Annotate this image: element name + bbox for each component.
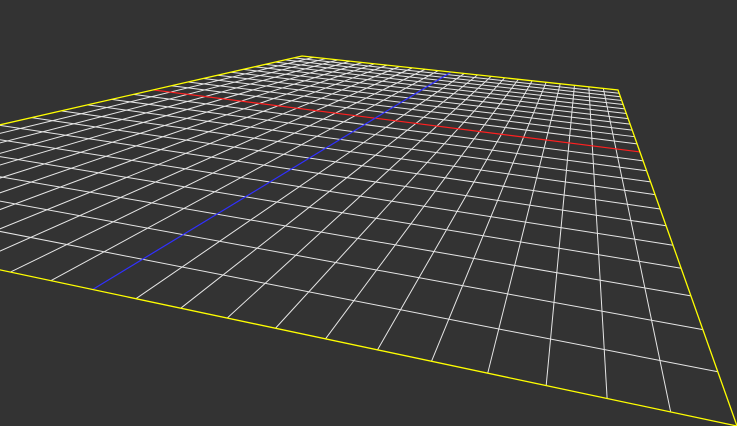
grid-line xyxy=(275,77,506,329)
grid-line xyxy=(10,68,426,273)
grid-line xyxy=(226,75,492,319)
grid-lines xyxy=(0,56,718,413)
grid-line xyxy=(0,200,703,331)
x-axis-line xyxy=(153,89,641,153)
grid-line xyxy=(0,139,674,246)
grid-line xyxy=(602,88,672,413)
grid-line xyxy=(0,58,326,144)
grid-line xyxy=(588,86,608,399)
grid-line xyxy=(0,176,691,297)
3d-viewport[interactable] xyxy=(0,0,737,426)
grid-line xyxy=(487,83,561,374)
grid-line xyxy=(133,93,644,162)
grid-floor-scene xyxy=(0,55,737,426)
grid-border xyxy=(0,55,737,426)
grid-line xyxy=(0,230,718,373)
